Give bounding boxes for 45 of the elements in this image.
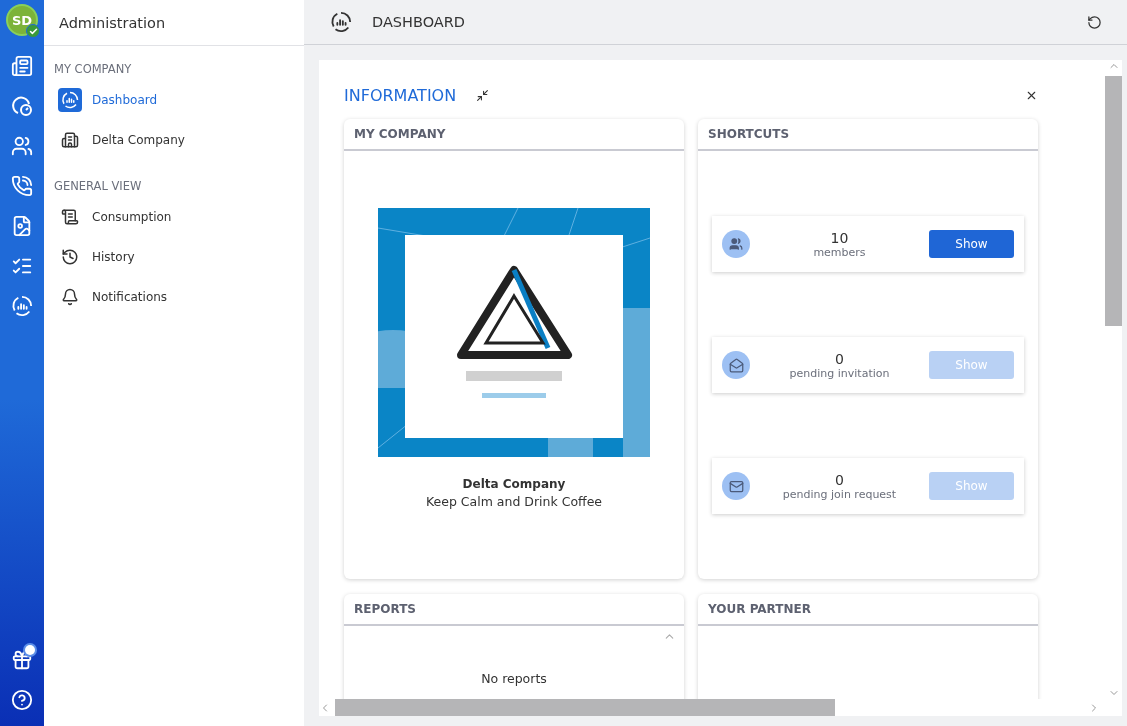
building-icon xyxy=(61,131,79,149)
section-heading: GENERAL VIEW xyxy=(53,178,143,195)
card-title: YOUR PARTNER xyxy=(698,594,1038,626)
shortcut-label: pending invitation xyxy=(789,366,890,380)
help-icon[interactable] xyxy=(11,689,33,711)
card-title: REPORTS xyxy=(344,594,684,626)
gift-icon[interactable] xyxy=(11,649,33,671)
shortcut-count: 10 xyxy=(830,229,849,246)
sidebar-item[interactable]: Notifications xyxy=(44,277,304,317)
sidebar-item[interactable]: Dashboard xyxy=(44,80,304,120)
gauge-icon xyxy=(10,94,34,118)
shortcut-count: 0 xyxy=(835,350,844,367)
dashboard-icon xyxy=(61,91,79,109)
shortcut-count: 0 xyxy=(835,471,844,488)
close-icon[interactable] xyxy=(1025,89,1038,102)
page-title: DASHBOARD xyxy=(372,14,466,30)
mail-icon xyxy=(722,472,750,500)
phone-icon[interactable] xyxy=(11,175,33,197)
sidebar-item[interactable]: Delta Company xyxy=(44,120,304,160)
empty-message: No reports xyxy=(481,671,547,686)
newspaper-icon[interactable] xyxy=(11,55,33,77)
document-icon[interactable] xyxy=(11,215,33,237)
dashboard-icon xyxy=(330,11,352,33)
history-icon xyxy=(61,248,79,266)
list-icon xyxy=(61,208,79,226)
mail-icon xyxy=(722,351,750,379)
shortcut-label: members xyxy=(813,245,866,259)
scrollbar-thumb[interactable] xyxy=(1105,76,1122,326)
card-title: MY COMPANY xyxy=(344,119,684,151)
users-icon xyxy=(722,230,750,258)
dashboard-icon xyxy=(11,295,33,317)
reset-icon[interactable] xyxy=(1087,14,1102,30)
show-button[interactable]: Show xyxy=(929,230,1014,258)
company-name: Delta Company xyxy=(462,477,566,491)
section-title: INFORMATION xyxy=(344,86,457,105)
users-icon[interactable] xyxy=(11,135,33,157)
shortcut-label: pending join request xyxy=(782,487,897,501)
collapse-icon[interactable] xyxy=(476,89,490,102)
section-heading: MY COMPANY xyxy=(53,61,133,78)
scrollbar-thumb[interactable] xyxy=(335,699,835,716)
sidebar-item[interactable]: History xyxy=(44,237,304,277)
sidebar-item[interactable]: Consumption xyxy=(44,197,304,237)
company-tagline: Keep Calm and Drink Coffee xyxy=(425,494,603,509)
bell-icon xyxy=(61,288,79,306)
card-title: SHORTCUTS xyxy=(698,119,1038,151)
